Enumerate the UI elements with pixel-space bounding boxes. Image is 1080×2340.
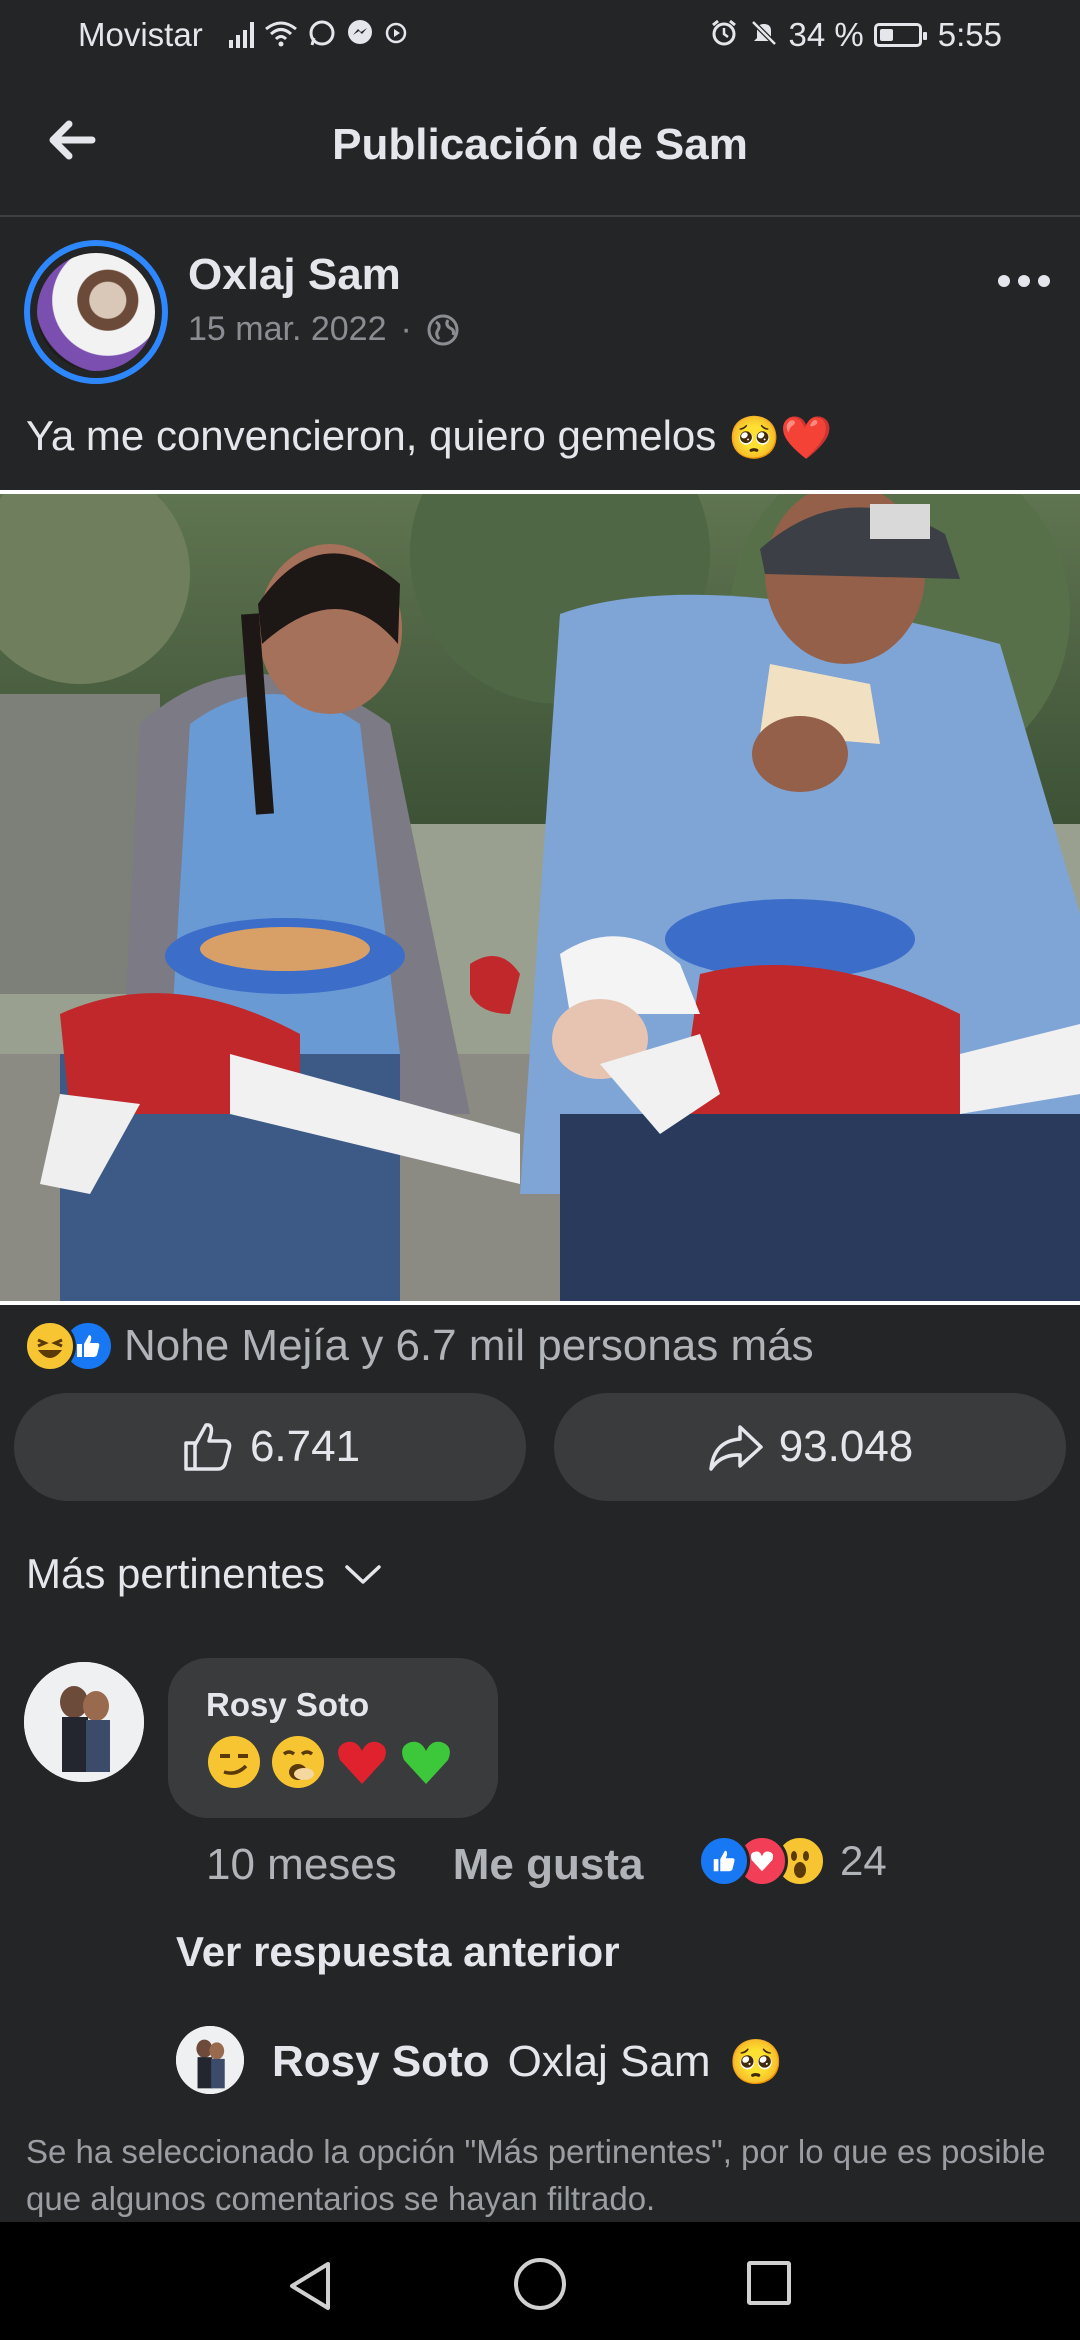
post-meta: 15 mar. 2022 · bbox=[188, 310, 460, 349]
like-reaction-icon bbox=[698, 1835, 750, 1887]
post-caption: Ya me convencieron, quiero gemelos bbox=[26, 412, 717, 459]
post-photo[interactable] bbox=[0, 490, 1080, 1305]
comment-emojis bbox=[206, 1734, 498, 1790]
messenger-icon bbox=[346, 19, 374, 52]
comment-time: 10 meses bbox=[206, 1840, 397, 1889]
view-previous-reply-link[interactable]: Ver respuesta anterior bbox=[176, 1928, 620, 1976]
filter-label: Más pertinentes bbox=[26, 1550, 325, 1597]
red-heart-emoji: ❤️ bbox=[780, 414, 833, 462]
photo-illustration bbox=[0, 494, 1080, 1301]
comment-reactions[interactable]: 24 bbox=[698, 1835, 887, 1887]
thumbs-up-icon bbox=[184, 1423, 232, 1471]
like-count: 6.741 bbox=[249, 1422, 361, 1471]
author-avatar[interactable] bbox=[24, 240, 168, 384]
status-left: Movistar bbox=[78, 16, 408, 54]
post-text: Ya me convencieron, quiero gemelos 🥺❤️ bbox=[26, 412, 833, 463]
play-icon bbox=[384, 21, 408, 50]
chevron-down-icon bbox=[345, 1565, 381, 1584]
comment-filter-dropdown[interactable]: Más pertinentes bbox=[26, 1550, 383, 1598]
more-options-icon[interactable] bbox=[998, 275, 1050, 287]
whatsapp-icon bbox=[308, 19, 336, 52]
filter-note: Se ha seleccionado la opción "Más pertin… bbox=[26, 2133, 1046, 2217]
comment-bubble[interactable]: Rosy Soto bbox=[168, 1658, 498, 1818]
commenter-avatar[interactable] bbox=[24, 1662, 144, 1782]
nav-recents-icon[interactable] bbox=[747, 2261, 791, 2305]
signal-icon bbox=[228, 22, 254, 48]
comment-reaction-count: 24 bbox=[840, 1837, 887, 1884]
reactions-summary[interactable]: Nohe Mejía y 6.7 mil personas más bbox=[24, 1320, 814, 1372]
reactions-text: Nohe Mejía y 6.7 mil personas más bbox=[124, 1321, 814, 1370]
reply-preview[interactable]: Rosy Soto Oxlaj Sam 🥺 bbox=[272, 2036, 783, 2088]
battery-icon bbox=[873, 23, 927, 47]
system-nav-bar bbox=[0, 2222, 1080, 2340]
author-name[interactable]: Oxlaj Sam bbox=[188, 250, 401, 300]
share-count: 93.048 bbox=[778, 1422, 914, 1471]
red-heart-emoji-icon bbox=[338, 1741, 386, 1784]
page-title: Publicación de Sam bbox=[332, 120, 748, 169]
mute-bell-icon bbox=[749, 18, 779, 53]
clock: 5:55 bbox=[937, 16, 1002, 53]
green-heart-emoji-icon bbox=[402, 1741, 450, 1784]
commenter-name[interactable]: Rosy Soto bbox=[206, 1686, 498, 1724]
comment-meta: 10 meses Me gusta bbox=[206, 1840, 643, 1890]
pleading-face-emoji: 🥺 bbox=[727, 414, 781, 462]
haha-reaction-icon bbox=[24, 1320, 76, 1372]
meta-separator: · bbox=[400, 310, 412, 348]
nav-back-icon[interactable] bbox=[286, 2260, 334, 2312]
yawning-face-emoji-icon bbox=[272, 1736, 324, 1788]
carrier-name: Movistar bbox=[78, 16, 203, 53]
reply-author[interactable]: Rosy Soto bbox=[272, 2037, 490, 2087]
smirk-emoji-icon bbox=[208, 1736, 260, 1788]
reply-author-avatar[interactable] bbox=[176, 2026, 244, 2094]
alarm-icon bbox=[709, 18, 739, 53]
status-right: 34 % 5:55 bbox=[709, 16, 1002, 54]
share-button[interactable]: 93.048 bbox=[554, 1393, 1066, 1501]
wifi-icon bbox=[264, 19, 298, 52]
like-button[interactable]: 6.741 bbox=[14, 1393, 526, 1501]
globe-icon bbox=[427, 314, 459, 345]
reply-mention[interactable]: Oxlaj Sam bbox=[508, 2037, 711, 2087]
share-arrow-icon bbox=[708, 1425, 763, 1471]
comment-like-button[interactable]: Me gusta bbox=[453, 1840, 644, 1890]
status-bar: Movistar 34 % 5:55 bbox=[0, 0, 1080, 72]
battery-percent: 34 % bbox=[788, 16, 864, 53]
nav-home-icon[interactable] bbox=[514, 2258, 566, 2310]
post-date[interactable]: 15 mar. 2022 bbox=[188, 310, 386, 349]
top-app-bar: Publicación de Sam bbox=[0, 72, 1080, 217]
reply-emoji: 🥺 bbox=[728, 2038, 784, 2087]
